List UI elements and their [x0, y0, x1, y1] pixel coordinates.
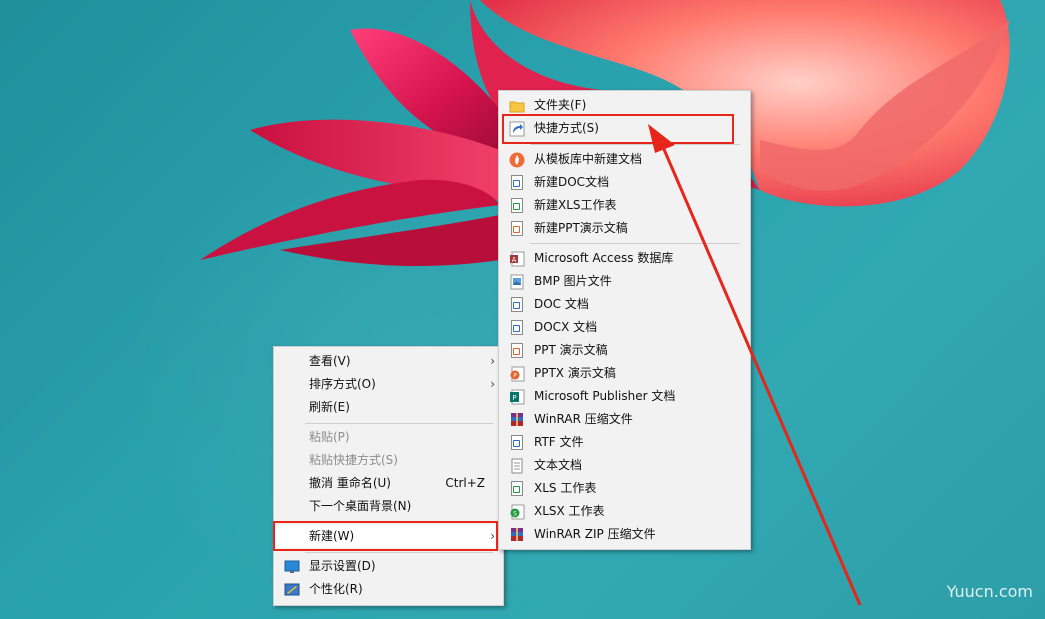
xlsx-icon: S	[510, 504, 525, 520]
folder-icon	[509, 101, 525, 113]
bmp-icon	[510, 274, 524, 290]
annotation-highlight-new	[273, 521, 498, 551]
menu-item-new-ppt-file[interactable]: PPT 演示文稿	[501, 339, 748, 362]
doc-icon	[511, 297, 523, 312]
menu-separator	[530, 144, 740, 145]
menu-item-label: WinRAR 压缩文件	[534, 412, 633, 426]
menu-item-label: 个性化(R)	[309, 582, 363, 596]
menu-item-paste[interactable]: 粘贴(P)	[276, 426, 501, 449]
menu-item-label: PPTX 演示文稿	[534, 366, 616, 380]
menu-item-new-bmp[interactable]: BMP 图片文件	[501, 270, 748, 293]
menu-item-label: 粘贴(P)	[309, 430, 350, 444]
menu-item-label: 新建PPT演示文稿	[534, 221, 628, 235]
menu-item-label: 从模板库中新建文档	[534, 152, 643, 166]
menu-item-label: XLSX 工作表	[534, 504, 605, 518]
menu-item-label: 刷新(E)	[309, 400, 350, 414]
publisher-icon: P	[510, 389, 525, 405]
ppt-icon	[511, 221, 523, 236]
menu-item-paste-shortcut[interactable]: 粘贴快捷方式(S)	[276, 449, 501, 472]
rtf-icon	[511, 435, 523, 450]
menu-item-new-publisher[interactable]: P Microsoft Publisher 文档	[501, 385, 748, 408]
menu-item-display-settings[interactable]: 显示设置(D)	[276, 555, 501, 578]
svg-text:P: P	[512, 394, 516, 402]
access-icon: A	[510, 251, 525, 267]
menu-separator	[530, 243, 740, 244]
svg-text:A: A	[512, 256, 517, 264]
svg-text:P: P	[513, 373, 517, 380]
winrar-icon	[511, 413, 523, 426]
menu-item-new-xls-file[interactable]: XLS 工作表	[501, 477, 748, 500]
menu-item-new-winrar-zip[interactable]: WinRAR ZIP 压缩文件	[501, 523, 748, 546]
display-icon	[284, 560, 300, 573]
new-submenu: 文件夹(F) 快捷方式(S) 从模板库中新建文档 新建DOC文档 新建XLS工作…	[498, 90, 751, 550]
menu-item-label: 新建DOC文档	[534, 175, 610, 189]
menu-item-label: 粘贴快捷方式(S)	[309, 453, 398, 467]
chevron-right-icon: ›	[490, 377, 495, 391]
pptx-icon: P	[510, 366, 525, 382]
docx-icon	[511, 320, 523, 335]
menu-item-label: PPT 演示文稿	[534, 343, 608, 357]
menu-item-new-doc-file[interactable]: DOC 文档	[501, 293, 748, 316]
ppt-icon	[511, 343, 523, 358]
menu-item-label: 显示设置(D)	[309, 559, 376, 573]
svg-text:S: S	[513, 511, 517, 518]
menu-item-new-text[interactable]: 文本文档	[501, 454, 748, 477]
txt-icon	[511, 458, 523, 474]
annotation-highlight-shortcut	[502, 114, 734, 144]
wps-template-icon	[509, 152, 525, 168]
menu-item-label: 文本文档	[534, 458, 583, 472]
desktop-context-menu: 查看(V) › 排序方式(O) › 刷新(E) 粘贴(P) 粘贴快捷方式(S) …	[273, 346, 504, 606]
menu-item-new-pptx[interactable]: P PPTX 演示文稿	[501, 362, 748, 385]
menu-item-label: 下一个桌面背景(N)	[309, 499, 412, 513]
menu-item-label: BMP 图片文件	[534, 274, 612, 288]
menu-item-new-doc[interactable]: 新建DOC文档	[501, 171, 748, 194]
menu-item-label: 新建XLS工作表	[534, 198, 617, 212]
menu-item-new-access-db[interactable]: A Microsoft Access 数据库	[501, 247, 748, 270]
menu-item-label: RTF 文件	[534, 435, 584, 449]
chevron-right-icon: ›	[490, 354, 495, 368]
menu-item-new-docx[interactable]: DOCX 文档	[501, 316, 748, 339]
menu-item-new-from-template[interactable]: 从模板库中新建文档	[501, 148, 748, 171]
menu-item-new-rtf[interactable]: RTF 文件	[501, 431, 748, 454]
menu-item-label: DOCX 文档	[534, 320, 598, 334]
menu-item-label: XLS 工作表	[534, 481, 597, 495]
menu-item-new-xls[interactable]: 新建XLS工作表	[501, 194, 748, 217]
watermark: Yuucn.com	[946, 582, 1033, 601]
personalize-icon	[284, 583, 300, 596]
menu-item-label: Microsoft Publisher 文档	[534, 389, 676, 403]
doc-icon	[511, 175, 523, 190]
xls-icon	[511, 198, 523, 213]
menu-item-undo-rename[interactable]: 撤消 重命名(U) Ctrl+Z	[276, 472, 501, 495]
menu-item-new-ppt[interactable]: 新建PPT演示文稿	[501, 217, 748, 240]
xls-icon	[511, 481, 523, 496]
menu-item-personalize[interactable]: 个性化(R)	[276, 578, 501, 601]
menu-item-label: Microsoft Access 数据库	[534, 251, 674, 265]
menu-item-label: 撤消 重命名(U)	[309, 476, 391, 490]
menu-item-next-background[interactable]: 下一个桌面背景(N)	[276, 495, 501, 518]
menu-separator	[305, 423, 493, 424]
menu-item-new-winrar[interactable]: WinRAR 压缩文件	[501, 408, 748, 431]
menu-item-shortcut: Ctrl+Z	[445, 476, 485, 490]
menu-separator	[305, 552, 493, 553]
menu-item-label: DOC 文档	[534, 297, 589, 311]
menu-item-new-xlsx[interactable]: S XLSX 工作表	[501, 500, 748, 523]
menu-item-view[interactable]: 查看(V) ›	[276, 350, 501, 373]
menu-item-label: 排序方式(O)	[309, 377, 376, 391]
menu-item-refresh[interactable]: 刷新(E)	[276, 396, 501, 419]
menu-item-sort-by[interactable]: 排序方式(O) ›	[276, 373, 501, 396]
winrar-zip-icon	[511, 528, 523, 541]
menu-item-label: 查看(V)	[309, 354, 351, 368]
menu-item-label: WinRAR ZIP 压缩文件	[534, 527, 656, 541]
